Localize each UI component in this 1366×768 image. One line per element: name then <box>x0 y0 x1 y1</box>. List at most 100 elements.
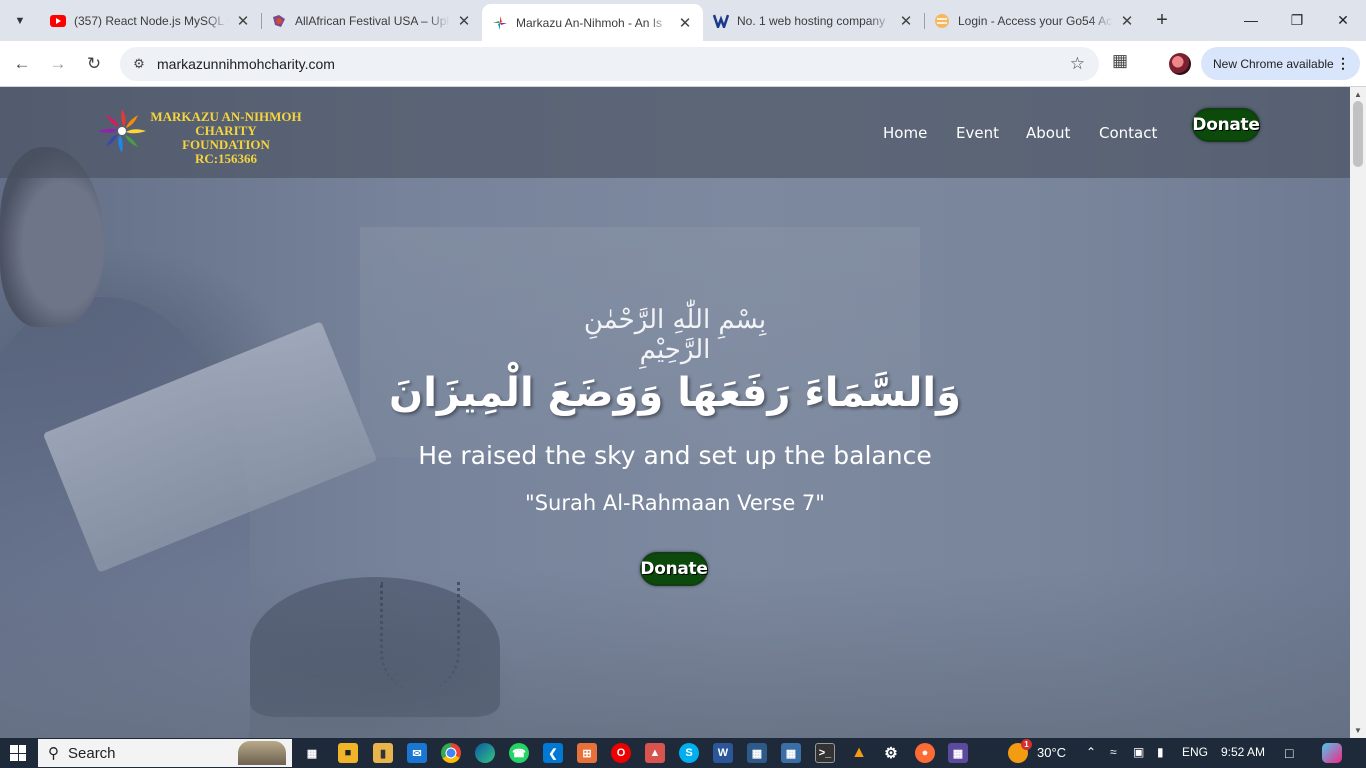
nav-event[interactable]: Event <box>956 124 999 142</box>
word-icon[interactable]: W <box>713 743 733 763</box>
tab-list: (357) React Node.js MySQL C ✕ AllAfrican… <box>40 4 1145 41</box>
nav-contact[interactable]: Contact <box>1099 124 1157 142</box>
address-bar[interactable]: ⚙ markazunnihmohcharity.com ☆ <box>120 47 1099 81</box>
tab-title: (357) React Node.js MySQL C <box>74 13 229 28</box>
brand-line-3: RC:156366 <box>194 151 258 166</box>
taskbar-search-label: Search <box>68 744 116 762</box>
edge-icon[interactable] <box>475 743 495 763</box>
vscode-icon[interactable]: ❮ <box>543 743 563 763</box>
app-icon-purple[interactable]: ▦ <box>948 743 968 763</box>
nav-home[interactable]: Home <box>883 124 927 142</box>
close-window-button[interactable]: ✕ <box>1320 0 1366 40</box>
close-icon[interactable]: ✕ <box>898 13 914 30</box>
mail-icon[interactable]: ✉ <box>407 743 427 763</box>
mysql-workbench-icon[interactable]: ▦ <box>747 743 767 763</box>
close-icon: ✕ <box>1337 11 1349 28</box>
taskbar-search[interactable]: ⚲ Search <box>38 739 292 767</box>
arrow-right-icon: → <box>49 54 67 73</box>
tab-title: AllAfrican Festival USA – Upl <box>295 13 450 28</box>
close-icon[interactable]: ✕ <box>1119 13 1135 30</box>
search-highlight-image <box>238 741 286 765</box>
tab-search-button[interactable]: ▼ <box>6 7 34 35</box>
tab-strip: ▼ (357) React Node.js MySQL C ✕ AllAfric… <box>0 0 1366 41</box>
chrome-icon[interactable] <box>441 743 461 763</box>
scroll-up-icon[interactable]: ▲ <box>1354 90 1362 99</box>
hosting-icon <box>713 13 729 29</box>
go54-icon <box>934 13 950 29</box>
weather-icon[interactable]: 1 <box>1008 739 1032 763</box>
vlc-icon[interactable]: ▲ <box>849 743 869 763</box>
app-icon-red[interactable]: ▲ <box>645 743 665 763</box>
nav-donate-button[interactable]: Donate <box>1192 108 1260 142</box>
hero-donate-button[interactable]: Donate <box>640 552 708 586</box>
back-button[interactable]: ← <box>6 48 38 80</box>
mysql-icon[interactable]: ▦ <box>781 743 801 763</box>
terminal-icon[interactable]: >_ <box>815 743 835 763</box>
language-indicator[interactable]: ENG <box>1182 745 1208 759</box>
chevron-down-icon: ▼ <box>14 15 26 27</box>
tab-markazu[interactable]: Markazu An-Nihmoh - An Is ✕ <box>482 4 703 41</box>
close-icon[interactable]: ✕ <box>677 15 693 32</box>
whatsapp-icon[interactable]: ☎ <box>509 743 529 763</box>
tab-go54[interactable]: Login - Access your Go54 Ac ✕ <box>924 4 1145 37</box>
nav-about[interactable]: About <box>1026 124 1070 142</box>
profile-avatar[interactable] <box>1169 53 1191 75</box>
page-scrollbar[interactable]: ▲ ▼ <box>1350 87 1366 738</box>
close-icon[interactable]: ✕ <box>235 13 251 30</box>
arrow-left-icon: ← <box>13 54 31 73</box>
bookmark-star-icon[interactable]: ☆ <box>1070 54 1085 74</box>
hero-floor <box>0 568 1350 738</box>
xampp-icon[interactable]: ⊞ <box>577 743 597 763</box>
verse-translation: He raised the sky and set up the balance <box>418 441 932 470</box>
chevron-up-icon[interactable]: ⌃ <box>1086 745 1096 759</box>
tab-title: No. 1 web hosting company <box>737 13 886 28</box>
file-explorer-icon[interactable]: ▮ <box>373 743 393 763</box>
tab-title: Login - Access your Go54 Ac <box>958 13 1113 28</box>
new-tab-button[interactable]: + <box>1150 8 1174 32</box>
update-chrome-button[interactable]: New Chrome available ⋮ <box>1201 47 1360 80</box>
opera-icon[interactable]: O <box>611 743 631 763</box>
wifi-icon[interactable]: ≈ <box>1110 745 1117 759</box>
weather-temp[interactable]: 30°C <box>1037 745 1066 760</box>
search-icon: ⚲ <box>48 745 59 762</box>
skype-icon[interactable]: S <box>679 743 699 763</box>
windows-start-button[interactable] <box>10 745 26 761</box>
app-icon-orange[interactable]: ● <box>915 743 935 763</box>
brand-name[interactable]: MARKAZU AN-NIHMOH CHARITY FOUNDATION RC:… <box>150 110 302 166</box>
settings-gear-icon[interactable]: ⚙ <box>881 743 901 763</box>
bismillah-calligraphy: بِسْمِ اللّٰهِ الرَّحْمٰنِ الرَّحِيْمِ <box>583 305 767 365</box>
charity-logo[interactable] <box>94 107 150 155</box>
page-viewport: MARKAZU AN-NIHMOH CHARITY FOUNDATION RC:… <box>0 87 1350 738</box>
windows-taskbar: ⚲ Search ▦ ■ ▮ ✉ ☎ ❮ ⊞ O ▲ S W ▦ ▦ >_ ▲ … <box>0 738 1366 768</box>
site-info-icon[interactable]: ⚙ <box>124 56 154 72</box>
tab-allafrican[interactable]: AllAfrican Festival USA – Upl ✕ <box>261 4 482 37</box>
tab-youtube[interactable]: (357) React Node.js MySQL C ✕ <box>40 4 261 37</box>
copilot-icon[interactable] <box>1322 743 1342 763</box>
restore-icon: ❐ <box>1290 11 1304 28</box>
reload-button[interactable]: ↻ <box>78 48 110 80</box>
clock[interactable]: 9:52 AM <box>1221 745 1265 759</box>
minimize-button[interactable]: — <box>1228 0 1274 40</box>
forward-button[interactable]: → <box>42 48 74 80</box>
notification-icon[interactable]: □ <box>1285 745 1293 761</box>
task-view-icon[interactable]: ▦ <box>302 743 322 763</box>
markazu-icon <box>492 15 508 31</box>
url-text[interactable]: markazunnihmohcharity.com <box>157 56 335 72</box>
meet-now-icon[interactable]: ▣ <box>1133 745 1144 759</box>
festival-icon <box>271 13 287 29</box>
minimize-icon: — <box>1244 12 1258 28</box>
browser-toolbar: ← → ↻ ⚙ markazunnihmohcharity.com ☆ ▦ Ne… <box>0 41 1366 87</box>
extensions-icon[interactable]: ▦ <box>1112 51 1128 71</box>
tab-title: Markazu An-Nihmoh - An Is <box>516 15 663 30</box>
brand-line-2: CHARITY FOUNDATION <box>182 123 270 152</box>
tab-hosting[interactable]: No. 1 web hosting company ✕ <box>703 4 924 37</box>
verse-citation: "Surah Al-Rahmaan Verse 7" <box>525 491 825 515</box>
restore-button[interactable]: ❐ <box>1274 0 1320 40</box>
scrollbar-thumb[interactable] <box>1353 101 1363 167</box>
store-icon[interactable]: ■ <box>338 743 358 763</box>
youtube-icon <box>50 13 66 29</box>
scroll-down-icon[interactable]: ▼ <box>1354 726 1362 735</box>
battery-icon[interactable]: ▮ <box>1157 745 1164 759</box>
more-menu-icon[interactable]: ⋮ <box>1336 55 1350 72</box>
close-icon[interactable]: ✕ <box>456 13 472 30</box>
